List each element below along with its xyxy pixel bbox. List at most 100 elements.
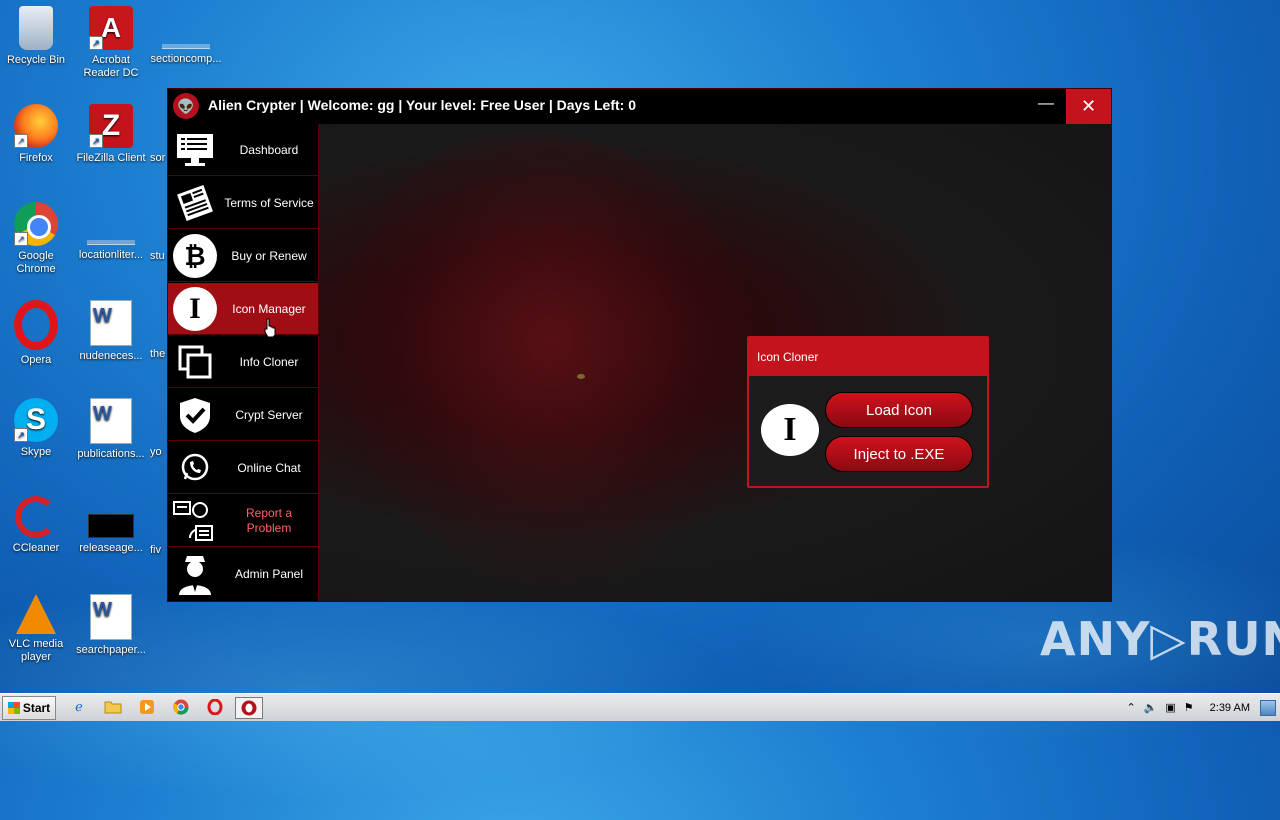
desktop-icon-opera[interactable]: Opera — [0, 300, 72, 367]
info-i-icon: I — [761, 404, 819, 456]
desktop-icon-locationliter[interactable]: locationliter... — [75, 202, 147, 262]
sidebar-item-report-problem[interactable]: Report a Problem — [168, 495, 318, 547]
lion-eye — [577, 374, 585, 379]
desktop-icon-label: searchpaper... — [76, 644, 146, 656]
opera-icon[interactable] — [204, 697, 226, 717]
skype-icon: S ↗ — [14, 398, 58, 442]
window-title: Alien Crypter | Welcome: gg | Your level… — [208, 97, 636, 113]
desktop-icon-publications[interactable]: W publications... — [75, 398, 147, 461]
windows-logo-icon — [7, 702, 20, 714]
desktop-icon-label: Skype — [20, 446, 52, 458]
word-doc-icon: W — [90, 300, 132, 346]
tray-expand-icon[interactable]: ⌃ — [1126, 701, 1135, 714]
file-icon — [87, 240, 135, 245]
desktop-icon-vlc[interactable]: VLC media player — [0, 594, 72, 664]
internet-explorer-icon[interactable]: ℯ — [68, 697, 90, 717]
bitcoin-icon-wrap: ₿ — [172, 233, 218, 279]
desktop-icon-label: sectioncomp... — [150, 53, 222, 65]
monitor-icon — [172, 127, 218, 173]
sidebar-item-label: Terms of Service — [224, 195, 314, 210]
desktop-icon-ccleaner[interactable]: CCleaner — [0, 496, 72, 555]
desktop-icon-releaseage[interactable]: releaseage... — [75, 496, 147, 555]
file-icon — [88, 514, 134, 538]
system-tray: ⌃ 🔈 ▣ ⚑ 2:39 AM — [1126, 694, 1280, 721]
admin-person-icon — [172, 551, 218, 597]
desktop-icon-label: releaseage... — [79, 542, 143, 554]
desktop-icon-recycle-bin[interactable]: Recycle Bin — [0, 6, 72, 67]
file-icon — [162, 44, 210, 49]
sidebar-item-admin-panel[interactable]: Admin Panel — [168, 548, 318, 600]
sidebar-item-label: Report a Problem — [245, 506, 293, 535]
title-bar[interactable]: 👽 Alien Crypter | Welcome: gg | Your lev… — [168, 89, 1111, 125]
newspaper-icon — [172, 180, 218, 226]
recycle-bin-icon — [19, 6, 53, 50]
network-icon[interactable]: ▣ — [1165, 701, 1175, 714]
firefox-icon: ↗ — [14, 104, 58, 148]
sidebar-item-label: Dashboard — [239, 142, 299, 157]
chrome-icon: ↗ — [14, 202, 58, 246]
desktop-icon-filezilla[interactable]: Z ↗ FileZilla Client — [75, 104, 147, 165]
sidebar-item-online-chat[interactable]: Online Chat — [168, 442, 318, 494]
sidebar-item-label: Online Chat — [237, 460, 301, 475]
info-i-icon-wrap: I — [172, 286, 218, 332]
sidebar-item-label: Crypt Server — [235, 407, 303, 422]
desktop-icon-sectioncomp[interactable]: sectioncomp... — [150, 6, 222, 66]
action-center-flag-icon[interactable]: ⚑ — [1184, 701, 1194, 714]
sidebar-item-buy-renew[interactable]: ₿ Buy or Renew — [168, 230, 318, 282]
sidebar-item-dashboard[interactable]: Dashboard — [168, 124, 318, 176]
sidebar-item-label: Admin Panel — [234, 566, 304, 581]
desktop-icon-nudeneces[interactable]: W nudeneces... — [75, 300, 147, 363]
load-icon-button[interactable]: Load Icon — [825, 392, 973, 428]
speaker-icon[interactable]: 🔈 — [1144, 701, 1158, 714]
sidebar-item-label: Buy or Renew — [231, 248, 307, 263]
desktop-icon-label: Firefox — [19, 152, 53, 164]
show-desktop-button[interactable] — [1260, 700, 1276, 716]
media-player-icon[interactable] — [136, 697, 158, 717]
start-label: Start — [22, 701, 51, 715]
alien-crypter-window: 👽 Alien Crypter | Welcome: gg | Your lev… — [167, 88, 1112, 602]
clock[interactable]: 2:39 AM — [1210, 702, 1250, 714]
sidebar-item-icon-manager[interactable]: I Icon Manager — [168, 283, 318, 335]
acrobat-icon: A ↗ — [89, 6, 133, 50]
anyrun-watermark: ANY▷RUN — [1040, 612, 1280, 666]
support-agent-icon — [172, 498, 218, 544]
sidebar-item-crypt-server[interactable]: Crypt Server — [168, 389, 318, 441]
desktop-icon-skype[interactable]: S ↗ Skype — [0, 398, 72, 459]
start-button[interactable]: Start — [2, 696, 56, 720]
sidebar-item-label: Info Cloner — [239, 354, 299, 369]
close-button[interactable]: ✕ — [1066, 89, 1111, 124]
inject-exe-button[interactable]: Inject to .EXE — [825, 436, 973, 472]
desktop-icon-label: Opera — [20, 354, 52, 366]
desktop-icon-label: VLC media player — [8, 638, 64, 663]
sidebar: Dashboard Terms of Service ₿ Buy or Rene… — [168, 124, 319, 601]
desktop-icon-searchpaper[interactable]: W searchpaper... — [75, 594, 147, 657]
desktop-icon-label: Google Chrome — [16, 250, 56, 275]
shield-check-icon — [172, 392, 218, 438]
info-i-icon: I — [173, 287, 217, 331]
vlc-icon — [16, 594, 56, 634]
sidebar-item-info-cloner[interactable]: Info Cloner — [168, 336, 318, 388]
folder-icon[interactable] — [102, 697, 124, 717]
desktop-icon-label: Recycle Bin — [6, 54, 66, 66]
desktop-icon-label: publications... — [77, 448, 145, 460]
chrome-icon[interactable] — [170, 697, 192, 717]
sidebar-item-terms[interactable]: Terms of Service — [168, 177, 318, 229]
desktop-icon-acrobat[interactable]: A ↗ Acrobat Reader DC — [75, 6, 147, 80]
word-doc-icon: W — [90, 594, 132, 640]
minimize-button[interactable]: — — [1028, 89, 1064, 123]
taskbar: Start ℯ ⌃ 🔈 ▣ ⚑ 2:39 AM — [0, 693, 1280, 721]
ccleaner-icon — [15, 496, 57, 538]
alien-logo-icon: 👽 — [173, 93, 199, 119]
copy-icon — [172, 339, 218, 385]
desktop-icon-label: nudeneces... — [79, 350, 143, 362]
bitcoin-icon: ₿ — [173, 234, 217, 278]
desktop-icon-chrome[interactable]: ↗ Google Chrome — [0, 202, 72, 276]
desktop-icon-firefox[interactable]: ↗ Firefox — [0, 104, 72, 165]
lion-background-image — [339, 134, 759, 594]
alien-crypter-taskbar-icon[interactable] — [235, 697, 263, 719]
desktop-icon-label: FileZilla Client — [76, 152, 146, 164]
desktop-icon-label: locationliter... — [78, 249, 144, 261]
opera-icon — [14, 300, 58, 350]
main-panel: Icon Cloner I Load Icon Inject to .EXE — [319, 124, 1111, 601]
desktop-icon-label: CCleaner — [12, 542, 60, 554]
